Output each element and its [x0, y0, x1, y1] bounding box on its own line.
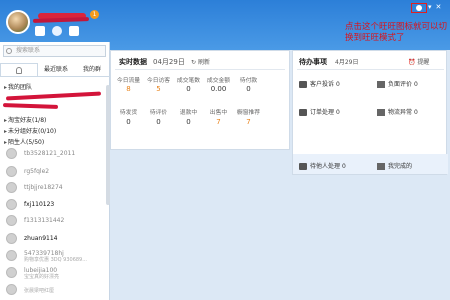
- list-item[interactable]: lubeijia100 宝宝真的好漂亮: [6, 265, 106, 281]
- app-center-icon[interactable]: [35, 26, 45, 36]
- stat-value[interactable]: 7: [205, 118, 232, 126]
- list-item[interactable]: f1313131442: [6, 213, 106, 229]
- complaint-icon: [299, 81, 307, 88]
- person-icon: [299, 163, 307, 170]
- search-input[interactable]: 搜索联系: [3, 45, 106, 57]
- avatar: [6, 166, 17, 177]
- group-taobao-friends[interactable]: 淘宝好友(1/8): [4, 115, 46, 124]
- window-controls: ▾ ✕: [428, 3, 441, 11]
- group-ungrouped[interactable]: 未分组好友(0/10): [4, 126, 56, 135]
- stat-label: 今日访客: [146, 78, 171, 84]
- user-avatar[interactable]: [6, 10, 30, 34]
- list-item[interactable]: 张晨梁吧红厘: [6, 282, 106, 298]
- avatar: [6, 215, 17, 226]
- group-my-team[interactable]: 我的团队: [4, 82, 32, 91]
- list-item[interactable]: 547339718hj 购物享优惠 3DQ 930689...: [6, 248, 106, 264]
- stat-value[interactable]: 0: [145, 118, 172, 126]
- truck-icon: [377, 109, 385, 116]
- realtime-data-panel: 实时数据 04月29日 ↻ 刷新 今日流量 今日访客 成交笔数 成交金额 待付款…: [110, 50, 290, 150]
- list-item[interactable]: rg5fqle2: [6, 164, 106, 180]
- stat-label: 成交金额: [206, 78, 231, 84]
- divider: [297, 69, 444, 70]
- stat-label: 退款中: [179, 110, 198, 116]
- divider: [115, 69, 285, 70]
- stat-value[interactable]: 0.00: [205, 85, 232, 93]
- remind-button[interactable]: ⏰ 提醒: [408, 57, 429, 66]
- todo-negative-review[interactable]: 负面评价 0: [377, 79, 418, 88]
- avatar: [6, 182, 17, 193]
- group-strangers[interactable]: 陌生人(5/50): [4, 137, 44, 146]
- tab-recent[interactable]: 最近联系: [38, 63, 74, 76]
- stat-value[interactable]: 7: [235, 118, 262, 126]
- stat-value[interactable]: 0: [175, 118, 202, 126]
- list-item[interactable]: tb3528121_2011: [6, 146, 106, 162]
- stat-label: 待评价: [149, 110, 168, 116]
- todo-date: 4月29日: [335, 59, 359, 66]
- stat-value[interactable]: 5: [145, 85, 172, 93]
- mail-icon[interactable]: [69, 26, 79, 36]
- sidebar-tabs: 最近联系 我的群: [0, 63, 110, 77]
- todo-order-processing[interactable]: 订单处理 0: [299, 107, 340, 116]
- list-item[interactable]: fxj110123: [6, 197, 106, 213]
- stat-label: 待发货: [119, 110, 138, 116]
- stat-label: 成交笔数: [176, 78, 201, 84]
- search-icon: [6, 48, 12, 54]
- realtime-date: 04月29日: [153, 58, 185, 66]
- order-icon: [299, 109, 307, 116]
- avatar: [6, 267, 17, 278]
- minimize-button[interactable]: ▾: [428, 3, 432, 11]
- todo-completed-by-me[interactable]: 我完成的: [377, 161, 412, 170]
- avatar: [6, 284, 17, 295]
- gear-icon: [416, 5, 422, 11]
- stat-label: 出售中: [209, 110, 228, 116]
- cloud-icon[interactable]: [52, 26, 62, 36]
- contact-sidebar: 搜索联系 最近联系 我的群 我的团队 淘宝好友(1/8) 未分组好友(0/10)…: [0, 42, 110, 300]
- avatar: [6, 233, 17, 244]
- person-check-icon: [377, 163, 385, 170]
- stat-label: 橱窗推荐: [236, 110, 261, 116]
- notification-badge[interactable]: 1: [90, 10, 99, 19]
- avatar: [6, 148, 17, 159]
- todo-logistics-exception[interactable]: 物流异常 0: [377, 107, 418, 116]
- list-item[interactable]: zhuan9114: [6, 231, 106, 247]
- avatar: [6, 199, 17, 210]
- stat-label: 今日流量: [116, 78, 141, 84]
- stat-value[interactable]: 0: [235, 85, 262, 93]
- todo-pending-others[interactable]: 待他人处理 0: [299, 161, 346, 170]
- person-icon: [16, 67, 22, 74]
- todo-panel: 待办事项 4月29日 ⏰ 提醒 客户投诉 0 负面评价 0 订单处理 0 物流异…: [292, 50, 448, 175]
- review-icon: [377, 81, 385, 88]
- wangwang-mode-button[interactable]: [411, 3, 427, 13]
- tab-contacts[interactable]: [0, 63, 38, 76]
- stat-value[interactable]: 0: [175, 85, 202, 93]
- todo-customer-complaint[interactable]: 客户投诉 0: [299, 79, 340, 88]
- list-item[interactable]: ttjbjjre18274: [6, 180, 106, 196]
- annotation-text: 点击这个旺旺图标就可以切换到旺旺模式了: [345, 22, 448, 43]
- stat-label: 待付款: [239, 78, 258, 84]
- stat-value[interactable]: 8: [115, 85, 142, 93]
- close-button[interactable]: ✕: [436, 3, 442, 11]
- top-icon-row: [35, 26, 79, 36]
- realtime-title: 实时数据: [119, 58, 147, 66]
- tab-groups[interactable]: 我的群: [74, 63, 110, 76]
- todo-title: 待办事项: [299, 58, 327, 66]
- refresh-button[interactable]: ↻ 刷新: [191, 57, 210, 66]
- stat-value[interactable]: 0: [115, 118, 142, 126]
- avatar: [6, 250, 17, 261]
